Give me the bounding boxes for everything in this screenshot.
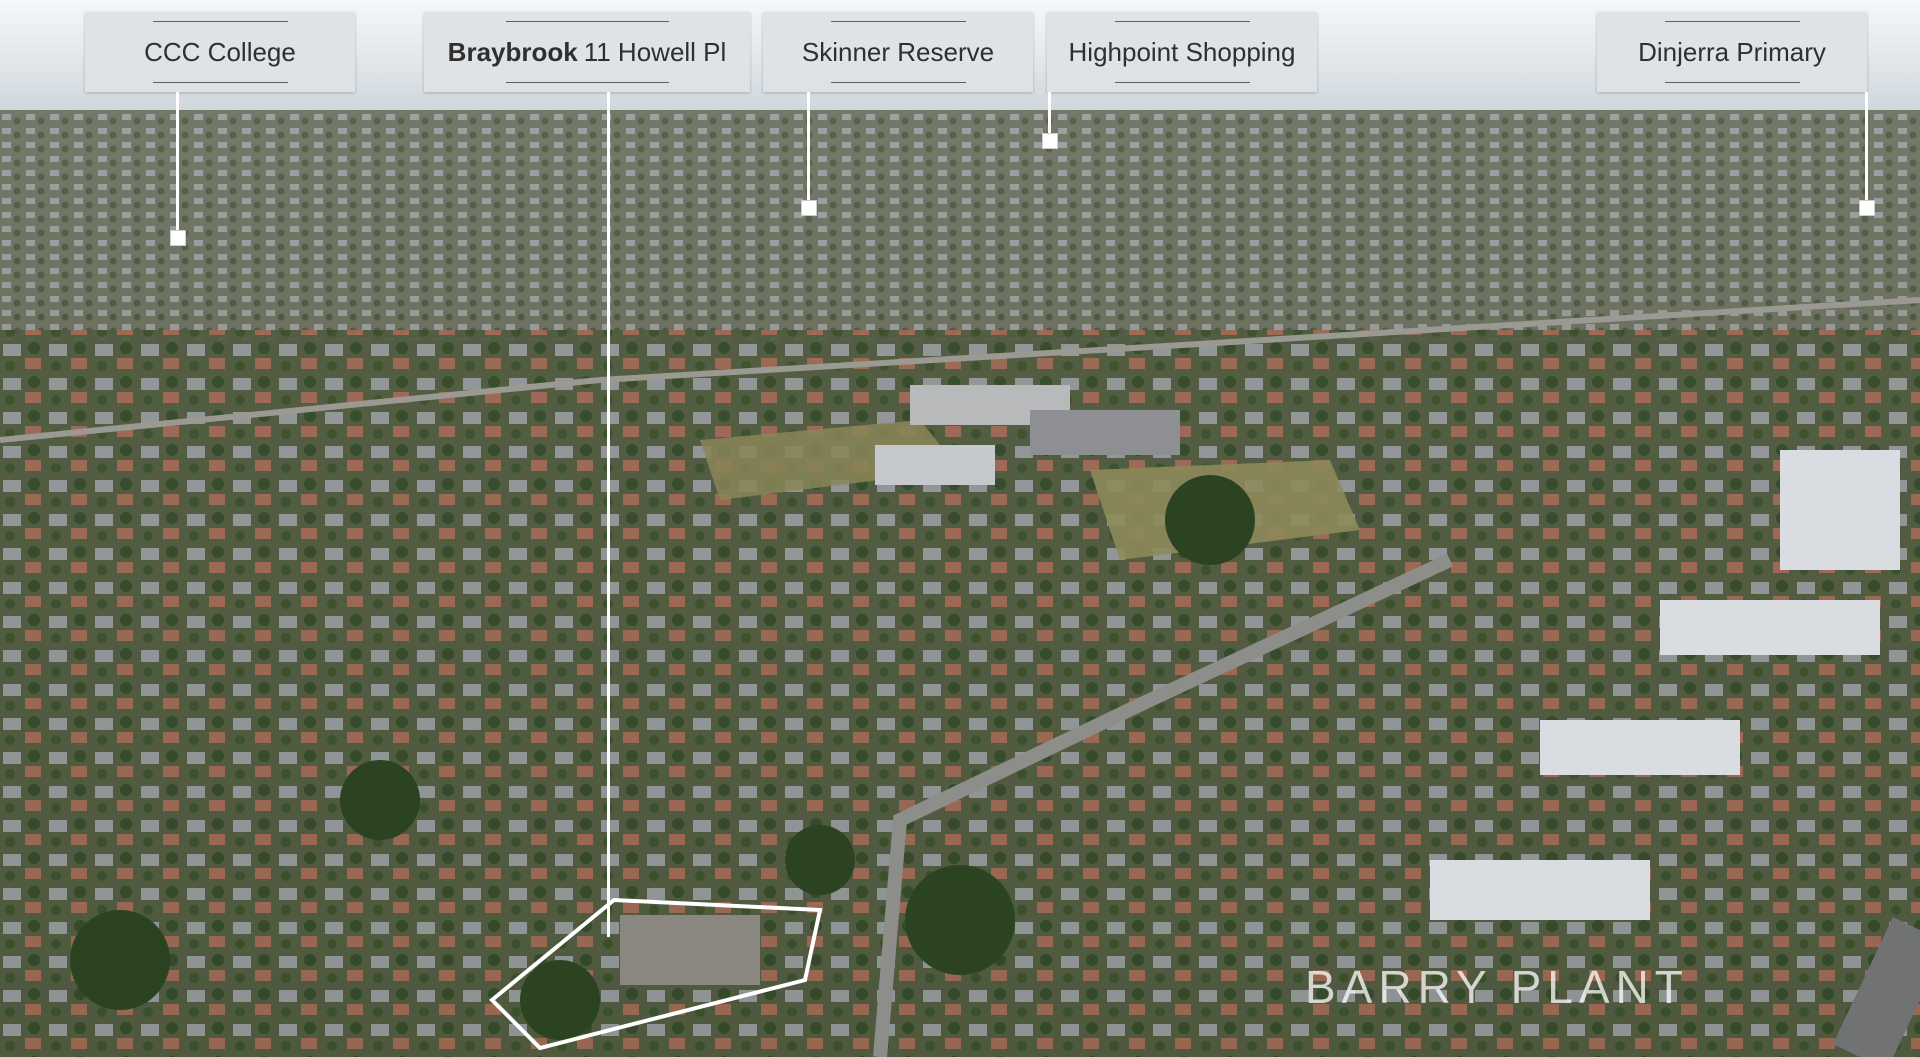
pin-end-dinjerra-primary bbox=[1859, 200, 1875, 216]
brand-watermark: BARRY PLANT bbox=[1305, 961, 1689, 1013]
label-ccc-college: CCC College bbox=[85, 12, 355, 92]
pin-ccc-college bbox=[176, 92, 179, 242]
aerial-photo bbox=[0, 0, 1920, 1057]
pin-end-skinner-reserve bbox=[801, 200, 817, 216]
label-ccc-college-text: CCC College bbox=[144, 36, 296, 67]
label-braybrook-suburb: Braybrook bbox=[447, 36, 578, 67]
label-braybrook-address: 11 Howell Pl bbox=[583, 36, 727, 67]
label-dinjerra-primary-text: Dinjerra Primary bbox=[1638, 36, 1826, 67]
pin-braybrook bbox=[607, 92, 610, 937]
label-highpoint-shopping-text: Highpoint Shopping bbox=[1068, 36, 1296, 67]
label-dinjerra-primary: Dinjerra Primary bbox=[1597, 12, 1867, 92]
pin-dinjerra-primary bbox=[1865, 92, 1868, 202]
label-braybrook: Braybrook 11 Howell Pl bbox=[424, 12, 750, 92]
pin-end-ccc-college bbox=[170, 230, 186, 246]
label-highpoint-shopping: Highpoint Shopping bbox=[1047, 12, 1317, 92]
pin-end-highpoint-shopping bbox=[1042, 133, 1058, 149]
label-skinner-reserve: Skinner Reserve bbox=[763, 12, 1033, 92]
label-skinner-reserve-text: Skinner Reserve bbox=[801, 36, 995, 67]
pin-skinner-reserve bbox=[807, 92, 810, 202]
